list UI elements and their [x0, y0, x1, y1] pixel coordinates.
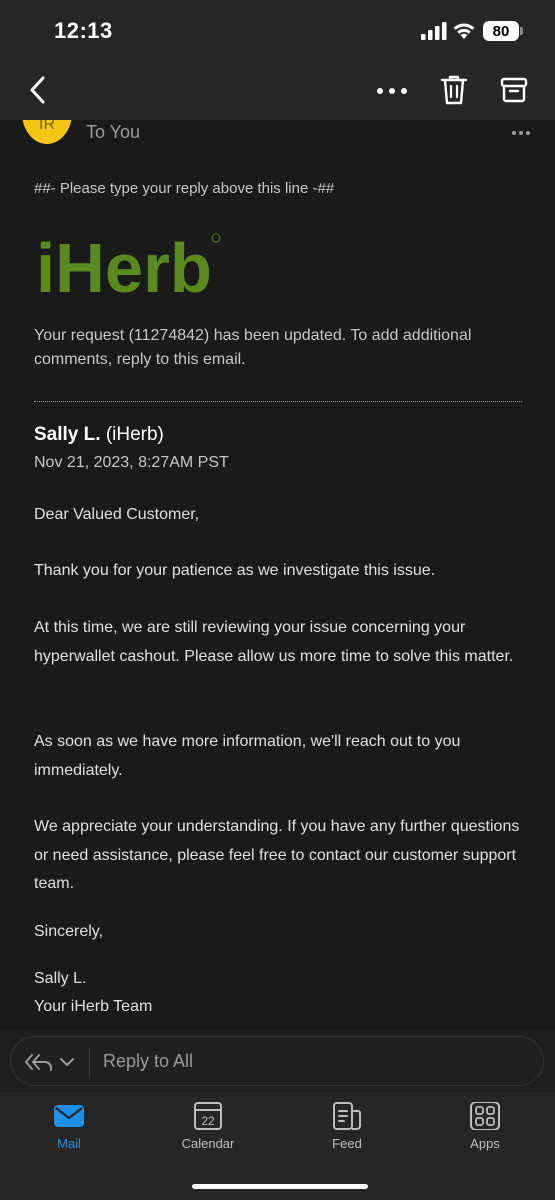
tab-mail[interactable]: Mail [19, 1102, 119, 1162]
body-paragraph: At this time, we are still reviewing you… [34, 619, 514, 665]
feed-icon [333, 1102, 361, 1130]
reply-placeholder[interactable]: Reply to All [103, 1051, 193, 1072]
logo-text: iHerb [36, 230, 212, 302]
tab-calendar[interactable]: 22 Calendar [158, 1102, 258, 1162]
wifi-icon [453, 23, 475, 39]
reply-all-field[interactable]: Reply to All [10, 1036, 544, 1086]
sender-avatar[interactable]: IR [22, 120, 72, 144]
reply-all-icon[interactable] [23, 1050, 77, 1074]
iherb-logo: iHerb [36, 230, 221, 302]
calendar-date: 22 [201, 1114, 215, 1128]
sender-line: Sally L. (iHerb) [34, 424, 164, 446]
reply-bar: Reply to All [0, 1030, 555, 1092]
tab-label: Apps [470, 1136, 500, 1151]
recipient-label[interactable]: To You [86, 122, 140, 143]
trash-icon[interactable] [438, 72, 470, 108]
update-notice: Your request (11274842) has been updated… [34, 327, 472, 368]
body-paragraph: Thank you for your patience as we invest… [34, 562, 436, 579]
more-options-icon[interactable] [372, 76, 412, 106]
status-time: 12:13 [54, 18, 113, 43]
battery-indicator: 80 [483, 21, 519, 41]
signature-name: Sally L. [34, 970, 87, 987]
email-body[interactable]: IR To You ##- Please type your reply abo… [0, 120, 555, 1030]
tab-label: Mail [57, 1136, 81, 1151]
sign-off: Sincerely, [34, 923, 104, 940]
calendar-icon: 22 [194, 1102, 222, 1130]
cellular-signal-icon [421, 22, 447, 40]
mail-icon [54, 1105, 84, 1127]
status-bar: 12:13 80 [0, 0, 555, 62]
tab-apps[interactable]: Apps [435, 1102, 535, 1162]
avatar-initials: IR [39, 120, 55, 133]
sender-name: Sally L. [34, 424, 101, 445]
dotted-divider [34, 401, 522, 402]
email-toolbar [0, 62, 555, 120]
apps-icon [470, 1102, 500, 1130]
reply-separator [89, 1047, 90, 1077]
sent-date: Nov 21, 2023, 8:27AM PST [34, 454, 229, 471]
message-more-icon[interactable] [510, 128, 532, 138]
archive-icon[interactable] [498, 74, 530, 106]
home-indicator[interactable] [192, 1184, 368, 1189]
body-paragraph: We appreciate your understanding. If you… [34, 818, 520, 892]
tab-feed[interactable]: Feed [297, 1102, 397, 1162]
tab-label: Calendar [181, 1136, 235, 1151]
tab-label: Feed [332, 1136, 362, 1151]
greeting: Dear Valued Customer, [34, 506, 200, 523]
signature-team: Your iHerb Team [34, 998, 153, 1015]
back-chevron-icon[interactable] [24, 72, 54, 108]
reply-marker: ##- Please type your reply above this li… [34, 180, 335, 197]
battery-tip [520, 27, 523, 35]
body-paragraph: As soon as we have more information, we'… [34, 733, 461, 779]
battery-level: 80 [492, 22, 510, 40]
sender-org: (iHerb) [105, 424, 164, 445]
